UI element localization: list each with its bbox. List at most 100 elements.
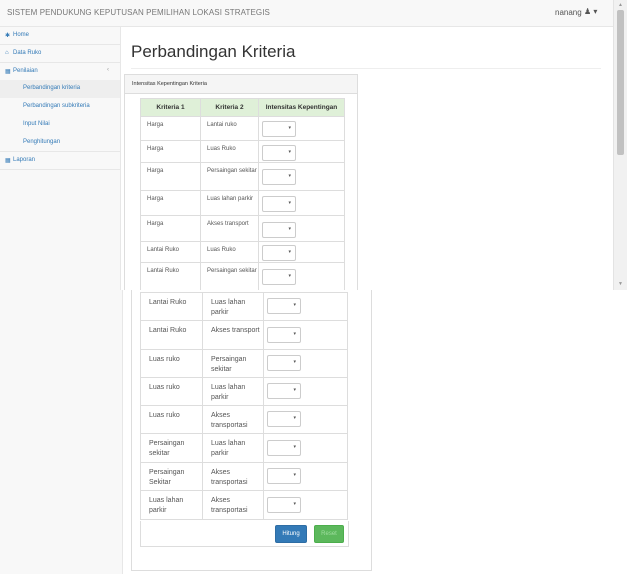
cell-text: Persaingan sekitar <box>207 168 257 174</box>
intensity-select[interactable]: ▾ <box>267 298 301 314</box>
cell-kriteria-1: Harga <box>140 162 201 191</box>
cell-text: Harga <box>147 221 164 227</box>
sidebar-item-home[interactable]: ✱ Home <box>0 27 120 45</box>
cell-kriteria-1: Luas ruko <box>140 349 203 378</box>
cell-text: Luas lahan parkir <box>211 384 246 401</box>
table-row: Harga Lantai ruko ▾ <box>140 116 345 141</box>
sidebar-item-data-ruko[interactable]: ⌂ Data Ruko <box>0 45 120 63</box>
chevron-down-icon: ▾ <box>288 200 291 206</box>
intensity-select[interactable]: ▾ <box>262 145 296 161</box>
criteria-table-top: Kriteria 1 Kriteria 2 Intensitas Kepenti… <box>140 98 345 290</box>
table-row: Harga Persaingan sekitar ▾ <box>140 162 345 191</box>
cell-text: Lantai Ruko <box>149 327 187 334</box>
cell-text: Akses transport <box>207 221 249 227</box>
cell-text: Harga <box>147 122 164 128</box>
cell-text: Persaingan sekitar <box>207 268 257 274</box>
chevron-down-icon: ▾ <box>293 501 296 507</box>
cell-text: Persaingan sekitar <box>211 356 247 373</box>
user-dropdown-icon[interactable]: ♟ ▾ <box>584 7 597 16</box>
sidebar-item-penilaian[interactable]: ▦ Penilaian ‹ <box>0 63 120 81</box>
cell-kriteria-2: Luas Ruko <box>200 241 259 263</box>
cell-intensitas: ▾ <box>258 215 345 242</box>
intensity-select[interactable]: ▾ <box>262 121 296 137</box>
table-row: Harga Luas Ruko ▾ <box>140 140 345 163</box>
table-row: Luas ruko Persaingan sekitar ▾ <box>140 349 348 378</box>
scrollbar-thumb[interactable] <box>617 10 624 155</box>
chevron-down-icon: ▾ <box>293 387 296 393</box>
table-icon: ▦ <box>5 69 11 75</box>
cell-kriteria-1: Harga <box>140 190 201 216</box>
intensity-select[interactable]: ▾ <box>262 269 296 285</box>
cell-kriteria-2: Akses transportasi <box>202 405 264 434</box>
cell-text: Akses transport <box>211 327 260 334</box>
intensity-select[interactable]: ▾ <box>262 245 296 261</box>
cell-text: Lantai ruko <box>207 122 237 128</box>
cell-kriteria-1: Lantai Ruko <box>140 241 201 263</box>
panel-title: Intensitas Kepentingan Kriteria <box>132 81 207 87</box>
intensity-select[interactable]: ▾ <box>267 497 301 513</box>
cell-intensitas: ▾ <box>263 462 348 491</box>
app-brand[interactable]: SISTEM PENDUKUNG KEPUTUSAN PEMILIHAN LOK… <box>7 8 270 17</box>
user-menu[interactable]: nanang <box>555 8 582 17</box>
table-row: Harga Akses transport ▾ <box>140 215 345 242</box>
chevron-down-icon: ▾ <box>293 302 296 308</box>
cell-text: Luas Ruko <box>207 146 236 152</box>
table-row: Luas ruko Luas lahan parkir ▾ <box>140 377 348 406</box>
table-row: Harga Luas lahan parkir ▾ <box>140 190 345 216</box>
table-row: Persaingan Sekitar Akses transportasi ▾ <box>140 462 348 491</box>
cell-text: Akses transportasi <box>211 469 248 486</box>
sidebar-subitem-perbandingan-subkriteria[interactable]: Perbandingan subkriteria <box>0 98 120 116</box>
cell-text: Akses transportasi <box>211 412 248 429</box>
building-icon: ⌂ <box>5 50 9 56</box>
sidebar-item-laporan[interactable]: ▦ Laporan <box>0 152 120 170</box>
cell-intensitas: ▾ <box>258 162 345 191</box>
intensity-select[interactable]: ▾ <box>262 169 296 185</box>
table-row: Lantai Ruko Luas lahan parkir ▾ <box>140 292 348 321</box>
reset-button[interactable]: Reset <box>314 525 344 543</box>
hitung-button[interactable]: Hitung <box>275 525 307 543</box>
cell-intensitas: ▾ <box>263 433 348 463</box>
scroll-down-arrow-icon[interactable]: ▼ <box>618 281 623 287</box>
chevron-down-icon: ▾ <box>288 125 291 131</box>
intensity-select[interactable]: ▾ <box>267 383 301 399</box>
cell-kriteria-2: Persaingan sekitar <box>200 262 259 290</box>
cell-text: Luas Ruko <box>207 247 236 253</box>
cell-text: Luas lahan parkir <box>207 196 254 202</box>
cell-text: Persaingan Sekitar <box>149 469 185 486</box>
table-row: Luas lahan parkir Akses transportasi ▾ <box>140 490 348 520</box>
sidebar-item-label: Penilaian <box>13 68 38 74</box>
cell-kriteria-2: Luas lahan parkir <box>202 292 264 321</box>
sidebar-subitem-label: Perbandingan kriteria <box>23 85 81 91</box>
intensity-select[interactable]: ▾ <box>262 222 296 238</box>
chevron-down-icon: ▾ <box>288 226 291 232</box>
cell-text: Akses transportasi <box>211 497 248 514</box>
cell-intensitas: ▾ <box>258 190 345 216</box>
sidebar-subitem-perbandingan-kriteria[interactable]: Perbandingan kriteria <box>0 80 120 98</box>
cell-text: Lantai Ruko <box>147 268 180 274</box>
chevron-left-icon: ‹ <box>107 67 109 73</box>
scroll-up-arrow-icon[interactable]: ▲ <box>618 2 623 8</box>
cell-kriteria-2: Luas lahan parkir <box>200 190 259 216</box>
sidebar-item-label: Home <box>13 32 30 38</box>
intensity-select[interactable]: ▾ <box>267 355 301 371</box>
chevron-down-icon: ▾ <box>293 472 296 478</box>
intensity-select[interactable]: ▾ <box>262 196 296 212</box>
sidebar-subitem-penghitungan[interactable]: Penghitungan <box>0 134 120 152</box>
cell-kriteria-2: Akses transportasi <box>202 490 264 520</box>
cell-kriteria-2: Lantai ruko <box>200 116 259 141</box>
sidebar-background <box>0 290 123 574</box>
title-divider <box>131 68 601 69</box>
cell-intensitas: ▾ <box>263 292 348 321</box>
chevron-down-icon: ▾ <box>288 149 291 155</box>
cell-kriteria-2: Luas lahan parkir <box>202 377 264 406</box>
sidebar-subitem-label: Penghitungan <box>23 139 61 145</box>
vertical-scrollbar[interactable]: ▲ ▼ <box>613 0 627 290</box>
chevron-down-icon: ▾ <box>293 331 296 337</box>
cell-kriteria-1: Persaingan sekitar <box>140 433 203 463</box>
table-row: Lantai Ruko Persaingan sekitar ▾ <box>140 262 345 290</box>
intensity-select[interactable]: ▾ <box>267 468 301 484</box>
intensity-select[interactable]: ▾ <box>267 327 301 343</box>
sidebar-subitem-input-nilai[interactable]: Input Nilai <box>0 116 120 134</box>
intensity-select[interactable]: ▾ <box>267 440 301 456</box>
intensity-select[interactable]: ▾ <box>267 411 301 427</box>
